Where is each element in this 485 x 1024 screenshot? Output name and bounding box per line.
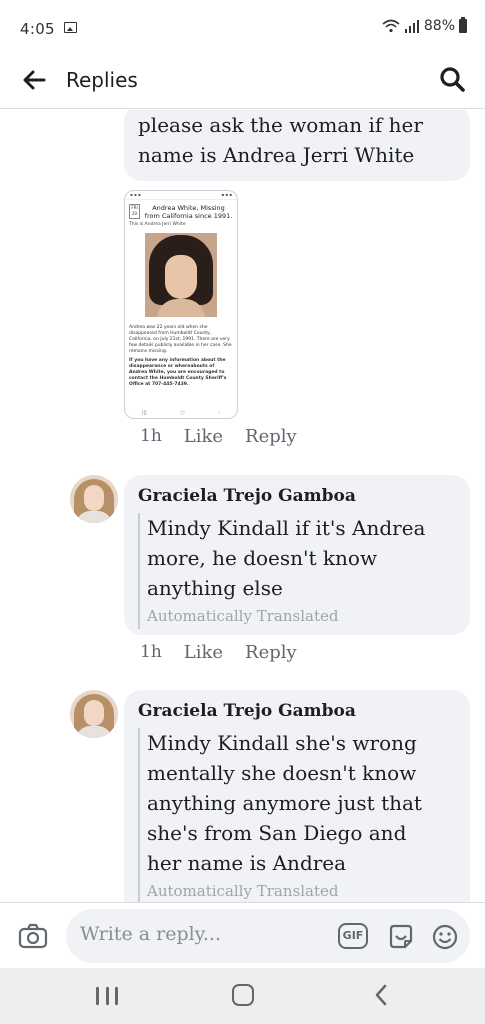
gallery-notification-icon <box>64 22 77 33</box>
auto-translated-label[interactable]: Automatically Translated <box>147 603 456 629</box>
comment-actions: 1h Like Reply <box>140 426 297 447</box>
comment-line: anything else <box>147 576 283 600</box>
portrait-photo <box>145 233 217 317</box>
comment-line: more, he doesn't know <box>147 546 378 570</box>
like-button[interactable]: Like <box>184 426 223 447</box>
comment-line: please ask the woman if her <box>138 113 423 137</box>
attached-status-bar: ▪ ▪ ▪ ▪ ▪ ▪ <box>125 191 237 200</box>
attached-contact-text: If you have any information about the di… <box>129 358 227 387</box>
compose-bar: Write a reply... GIF <box>0 902 485 968</box>
gif-icon[interactable]: GIF <box>338 923 368 949</box>
auto-translated-label[interactable]: Automatically Translated <box>147 878 456 902</box>
search-icon[interactable] <box>437 64 467 94</box>
comment-line: name is Andrea Jerri White <box>138 143 415 167</box>
comment-author[interactable]: Graciela Trejo Gamboa <box>138 483 456 509</box>
status-time: 4:05 <box>20 20 55 38</box>
comment-actions: 1h Like Reply <box>140 642 297 663</box>
status-bar: 4:05 88% <box>0 0 485 52</box>
recent-apps-icon[interactable] <box>96 987 118 1005</box>
header: Replies <box>0 52 485 109</box>
replies-feed[interactable]: please ask the woman if her name is Andr… <box>0 110 485 902</box>
comment-line: Mindy Kindall if it's Andrea <box>147 516 426 540</box>
reply-input[interactable]: Write a reply... GIF <box>66 909 470 963</box>
translated-quote: Mindy Kindall if it's Andrea more, he do… <box>138 513 456 629</box>
arrow-left-icon[interactable] <box>20 66 48 94</box>
translated-quote: Mindy Kindall she's wrong mentally she d… <box>138 728 456 902</box>
reply-placeholder: Write a reply... <box>80 923 222 945</box>
reply-button[interactable]: Reply <box>245 642 297 663</box>
attached-body-text: Andrea was 22 years old when she disappe… <box>129 325 232 354</box>
comment-line: Mindy Kindall she's wrong <box>147 731 417 755</box>
page-title: Replies <box>66 68 138 92</box>
attached-date-badge: FRI 20 <box>129 204 140 219</box>
comment-author[interactable]: Graciela Trejo Gamboa <box>138 698 456 724</box>
attached-title: Andrea White, Missing from California si… <box>144 204 233 220</box>
attached-image[interactable]: ▪ ▪ ▪ ▪ ▪ ▪ FRI 20 Andrea White, Missing … <box>124 190 238 419</box>
avatar[interactable] <box>70 475 118 523</box>
attached-header: FRI 20 Andrea White, Missing from Califo… <box>125 200 237 222</box>
comment-timestamp: 1h <box>140 642 162 662</box>
comment-line: she's from San Diego and <box>147 821 407 845</box>
comment-line: her name is Andrea <box>147 851 347 875</box>
reply-button[interactable]: Reply <box>245 426 297 447</box>
attached-subtitle: This is Andrea Jerri White <box>129 222 186 227</box>
comment-bubble: Graciela Trejo Gamboa Mindy Kindall she'… <box>124 690 470 902</box>
comment-line: mentally she doesn't know <box>147 761 417 785</box>
comment-timestamp: 1h <box>140 426 162 446</box>
comment-bubble: Graciela Trejo Gamboa Mindy Kindall if i… <box>124 475 470 635</box>
attached-nav: ||| ○ ‹ <box>141 410 221 416</box>
like-button[interactable]: Like <box>184 642 223 663</box>
sticker-icon[interactable] <box>386 922 416 952</box>
wifi-icon <box>382 19 400 33</box>
signal-icon <box>404 20 419 33</box>
home-icon[interactable] <box>232 984 254 1006</box>
back-nav-icon[interactable] <box>368 982 394 1008</box>
status-indicators: 88% <box>382 17 467 34</box>
system-nav-bar <box>0 968 485 1024</box>
comment-bubble: please ask the woman if her name is Andr… <box>124 110 470 181</box>
emoji-icon[interactable] <box>430 922 460 952</box>
avatar[interactable] <box>70 690 118 738</box>
camera-icon[interactable] <box>18 921 48 951</box>
comment-line: anything anymore just that <box>147 791 422 815</box>
battery-icon <box>459 17 467 33</box>
battery-percentage: 88% <box>423 18 455 34</box>
